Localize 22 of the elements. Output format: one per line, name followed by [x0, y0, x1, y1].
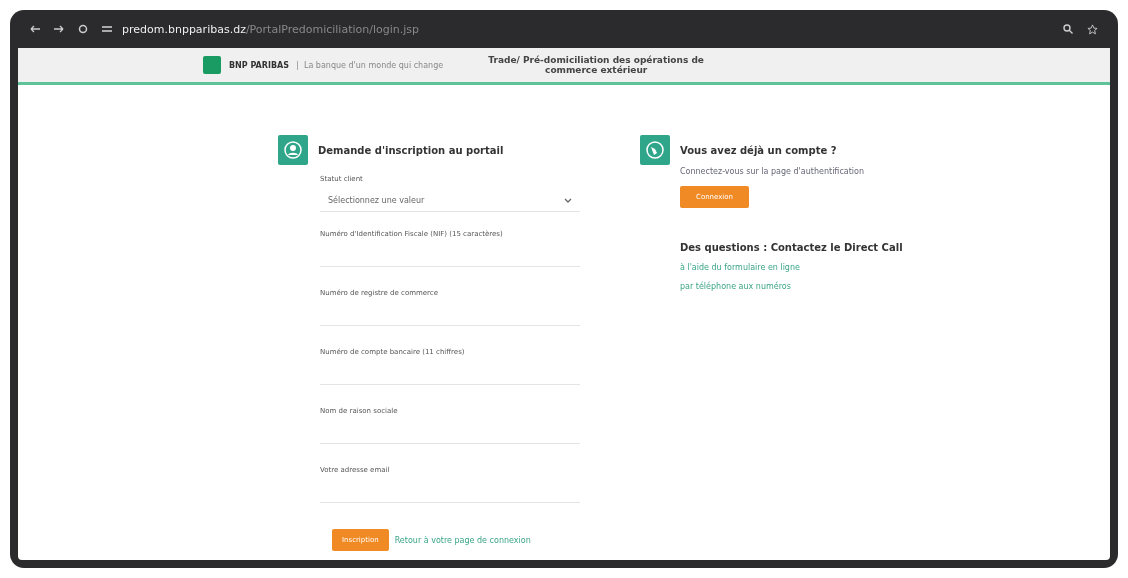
- login-text: Connectez-vous sur la page d'authentification: [680, 167, 865, 176]
- star-icon[interactable]: [1087, 23, 1098, 35]
- register-title: Demande d'inscription au portail: [318, 144, 504, 156]
- back-icon[interactable]: [30, 25, 40, 33]
- user-icon: [278, 135, 308, 165]
- brand-tagline: La banque d'un monde qui change: [296, 60, 444, 70]
- status-select[interactable]: Sélectionnez une valeur: [320, 189, 580, 212]
- page-title: Trade/ Pré-domiciliation des opérations de commerce extérieur: [487, 55, 705, 75]
- address-bar[interactable]: predom.bnpparibas.dz/PortalPredomiciliation/login.jsp: [102, 22, 1049, 36]
- bank-logo: [203, 56, 221, 74]
- brand-name: BNP PARIBAS: [229, 60, 289, 70]
- forward-icon[interactable]: [54, 25, 64, 33]
- reload-icon[interactable]: [78, 24, 88, 34]
- globe-icon: [640, 135, 670, 165]
- back-link[interactable]: Retour à votre page de connexion: [394, 535, 531, 545]
- contact-link[interactable]: à l'aide du formulaire en ligne: [680, 263, 903, 272]
- url-text: predom.bnpparibas.dz/PortalPredomiciliation/login.jsp: [122, 22, 419, 36]
- zoom-icon[interactable]: [1063, 24, 1073, 34]
- contact-title: Des questions : Contactez le Direct Call: [680, 242, 903, 253]
- login-title: Vous avez déjà un compte ?: [680, 144, 837, 156]
- contact-link[interactable]: par téléphone aux numéros: [680, 282, 903, 291]
- chevron-down-icon: [564, 197, 572, 203]
